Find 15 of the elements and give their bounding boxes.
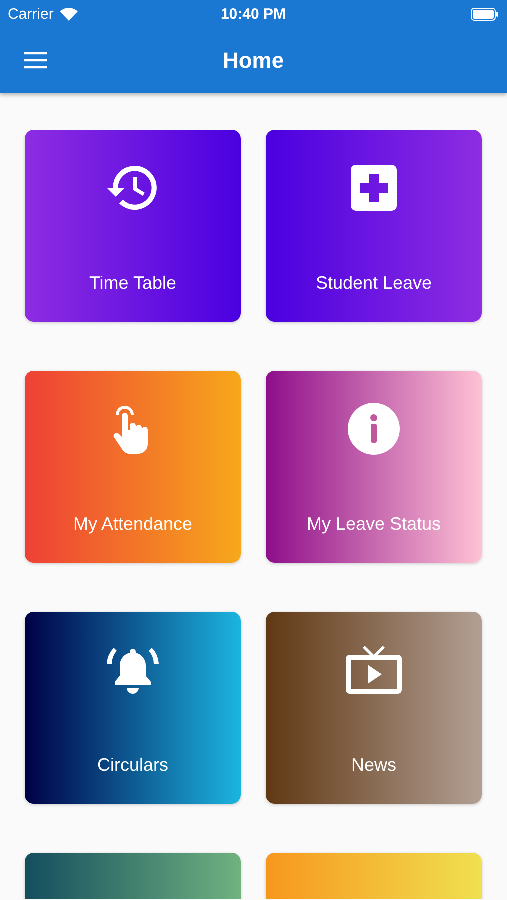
battery-icon bbox=[471, 8, 499, 20]
tv-icon bbox=[345, 644, 403, 696]
page-title: Home bbox=[222, 48, 284, 74]
clock-time: 10:40 PM bbox=[220, 6, 286, 22]
menu-tile[interactable]: Student Leave bbox=[266, 130, 482, 322]
menu-tile[interactable]: My Leave Status bbox=[266, 371, 482, 563]
menu-tile[interactable]: Circulars bbox=[25, 612, 241, 804]
plus-icon bbox=[351, 165, 397, 211]
menu-tile[interactable]: Time Table bbox=[25, 130, 241, 322]
carrier-name: Carrier bbox=[8, 6, 54, 22]
ringing-bell-icon bbox=[105, 645, 161, 695]
wifi-icon bbox=[60, 8, 78, 20]
info-icon bbox=[348, 403, 400, 455]
menu-icon[interactable] bbox=[24, 52, 47, 69]
menu-tile[interactable]: News bbox=[266, 612, 482, 804]
